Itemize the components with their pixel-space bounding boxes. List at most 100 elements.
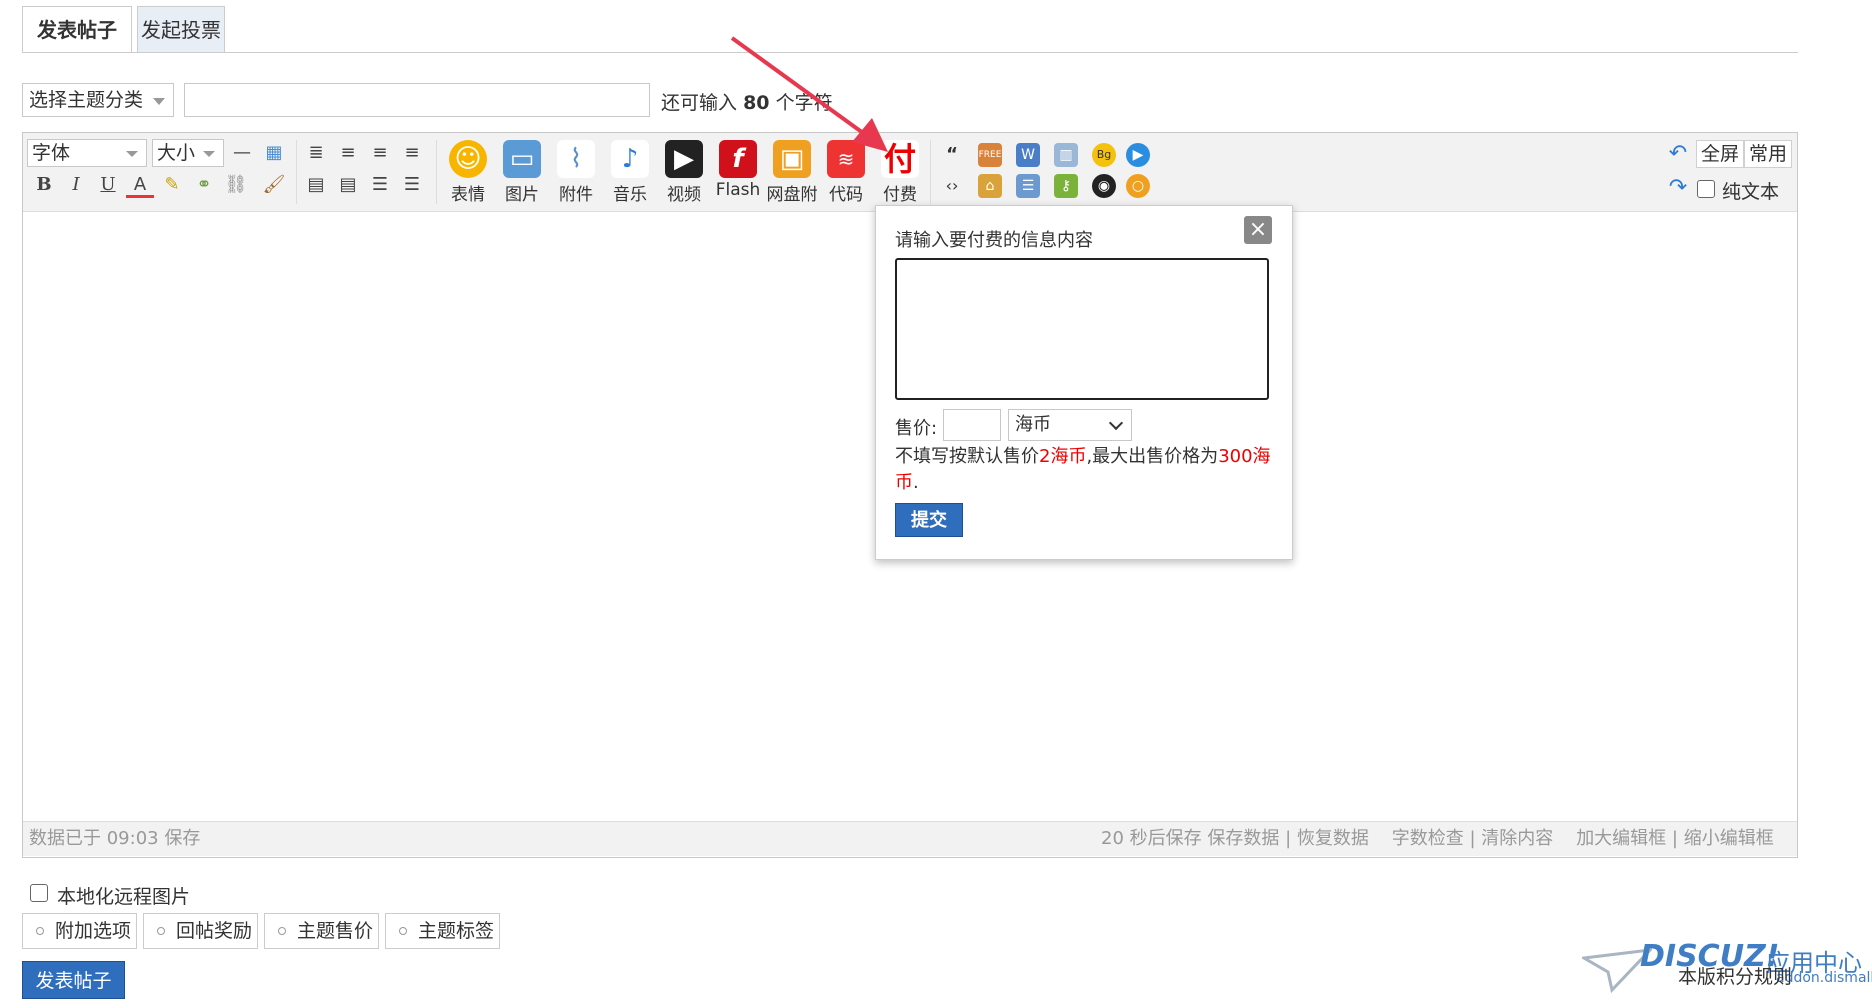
- quote-icon[interactable]: “: [940, 143, 964, 167]
- play-circle-icon[interactable]: ▶: [1126, 143, 1150, 167]
- align-justify-icon[interactable]: ≣: [302, 140, 330, 166]
- list-icon[interactable]: ☰: [1016, 174, 1040, 198]
- size-select[interactable]: 大小: [152, 139, 224, 167]
- link-icon[interactable]: ⚭: [190, 172, 218, 198]
- price-note: 不填写按默认售价2海币,最大出售价格为300海币.: [895, 444, 1271, 496]
- attachment-button[interactable]: ⌇ 附件: [550, 140, 602, 206]
- plain-text-label: 纯文本: [1722, 181, 1780, 203]
- bullet-icon: [157, 927, 165, 935]
- lock-icon[interactable]: ⌂: [978, 174, 1002, 198]
- music-label: 音乐: [613, 185, 647, 205]
- music-button[interactable]: ♪ 音乐: [604, 140, 656, 206]
- toolbar-separator: [436, 140, 437, 204]
- submit-button[interactable]: 提交: [895, 503, 963, 537]
- close-icon[interactable]: ×: [1244, 216, 1272, 244]
- unordered-list-icon[interactable]: ☰: [398, 172, 426, 198]
- word-doc-icon[interactable]: W: [1016, 143, 1040, 167]
- status-links: 20 秒后保存 保存数据 | 恢复数据 字数检查 | 清除内容 加大编辑框 | …: [1101, 828, 1774, 849]
- clear-format-icon[interactable]: 🖌: [260, 172, 288, 198]
- post-submit-button[interactable]: 发表帖子: [22, 961, 125, 999]
- emoticon-button[interactable]: ☺ 表情: [442, 140, 494, 206]
- paid-label: 付费: [883, 185, 917, 205]
- price-input[interactable]: [943, 409, 1001, 441]
- key-icon[interactable]: ⚷: [1054, 174, 1078, 198]
- bullet-icon: [278, 927, 286, 935]
- underline-icon[interactable]: U: [94, 172, 122, 198]
- html-code-icon[interactable]: ‹›: [940, 174, 964, 198]
- paid-content-textarea[interactable]: [895, 258, 1269, 400]
- qq-icon[interactable]: ◉: [1092, 174, 1116, 198]
- caret-down-icon: [203, 151, 215, 157]
- category-select-label: 选择主题分类: [29, 89, 144, 111]
- attachment-label: 附件: [559, 185, 593, 205]
- caret-down-icon: [153, 98, 165, 105]
- video-label: 视频: [667, 185, 701, 205]
- dialog-title: 请输入要付费的信息内容: [895, 230, 1093, 251]
- float-right-icon[interactable]: ▤: [334, 172, 362, 198]
- paperclip-icon: ⌇: [557, 140, 595, 178]
- forum-rules-link[interactable]: 本版积分规则: [1678, 962, 1792, 989]
- code-label: 代码: [829, 185, 863, 205]
- horizontal-rule-icon[interactable]: —: [228, 140, 256, 166]
- emoticon-label: 表情: [451, 185, 485, 205]
- reply-reward-label: 回帖奖励: [176, 920, 253, 942]
- highlight-icon[interactable]: ✎: [158, 172, 186, 198]
- video-button[interactable]: ▶ 视频: [658, 140, 710, 206]
- tab-post[interactable]: 发表帖子: [22, 6, 132, 52]
- topic-tags-button[interactable]: 主题标签: [385, 913, 500, 949]
- align-right-icon[interactable]: ≡: [398, 140, 426, 166]
- bullet-icon: [36, 927, 44, 935]
- clear-content-link[interactable]: 清除内容: [1481, 828, 1553, 849]
- price-note-text: 不填写按默认售价: [895, 446, 1039, 467]
- tab-vote[interactable]: 发起投票: [137, 6, 225, 52]
- topic-tags-label: 主题标签: [418, 920, 495, 942]
- undo-icon[interactable]: ↶: [1664, 141, 1692, 167]
- size-select-label: 大小: [157, 142, 196, 164]
- toolbar-separator: [930, 140, 931, 204]
- image-button[interactable]: ▭ 图片: [496, 140, 548, 206]
- redo-icon[interactable]: ↷: [1664, 175, 1692, 201]
- font-color-icon[interactable]: A: [126, 172, 154, 198]
- common-button[interactable]: 常用: [1744, 140, 1793, 168]
- shrink-editor-link[interactable]: 缩小编辑框: [1684, 828, 1774, 849]
- word-count-link[interactable]: 字数检查: [1392, 828, 1464, 849]
- netdisk-label: 网盘附: [766, 185, 818, 205]
- smiley-icon: ☺: [449, 140, 487, 178]
- reply-reward-button[interactable]: 回帖奖励: [143, 913, 258, 949]
- subject-input[interactable]: [184, 83, 650, 117]
- italic-icon[interactable]: I: [62, 172, 90, 198]
- video-clapper-icon: ▶: [665, 140, 703, 178]
- unlink-icon[interactable]: ⛓: [222, 172, 250, 198]
- category-select[interactable]: 选择主题分类: [22, 83, 174, 117]
- localize-images-checkbox[interactable]: [30, 884, 48, 902]
- topic-price-button[interactable]: 主题售价: [264, 913, 379, 949]
- image-label: 图片: [505, 185, 539, 205]
- background-icon[interactable]: Bg: [1092, 143, 1116, 167]
- caret-down-icon: [126, 151, 138, 157]
- extra-options-button[interactable]: 附加选项: [22, 913, 137, 949]
- save-data-link[interactable]: 保存数据: [1207, 828, 1279, 849]
- price-label: 售价:: [895, 418, 938, 439]
- align-center-icon[interactable]: ≡: [366, 140, 394, 166]
- ordered-list-icon[interactable]: ☰: [366, 172, 394, 198]
- editor-status-bar: 数据已于 09:03 保存 20 秒后保存 保存数据 | 恢复数据 字数检查 |…: [23, 821, 1797, 856]
- font-select[interactable]: 字体: [27, 139, 147, 167]
- plain-text-checkbox[interactable]: [1697, 180, 1715, 198]
- bold-icon[interactable]: B: [30, 172, 58, 198]
- music-note-icon: ♪: [611, 140, 649, 178]
- save-status: 数据已于 09:03 保存: [29, 828, 201, 849]
- extra-options-label: 附加选项: [55, 920, 132, 942]
- columns-icon[interactable]: ▥: [1054, 143, 1078, 167]
- restore-data-link[interactable]: 恢复数据: [1297, 828, 1369, 849]
- toolbar-separator: [296, 140, 297, 204]
- currency-select[interactable]: 海币: [1008, 409, 1132, 441]
- free-icon[interactable]: FREE: [978, 143, 1002, 167]
- circle-icon[interactable]: ○: [1126, 174, 1150, 198]
- fullscreen-button[interactable]: 全屏: [1696, 140, 1745, 168]
- autosave-timer: 20 秒后保存: [1101, 828, 1202, 849]
- enlarge-editor-link[interactable]: 加大编辑框: [1576, 828, 1666, 849]
- font-select-label: 字体: [32, 142, 71, 164]
- align-left-icon[interactable]: ≡: [334, 140, 362, 166]
- float-left-icon[interactable]: ▤: [302, 172, 330, 198]
- table-icon[interactable]: ▦: [260, 140, 288, 166]
